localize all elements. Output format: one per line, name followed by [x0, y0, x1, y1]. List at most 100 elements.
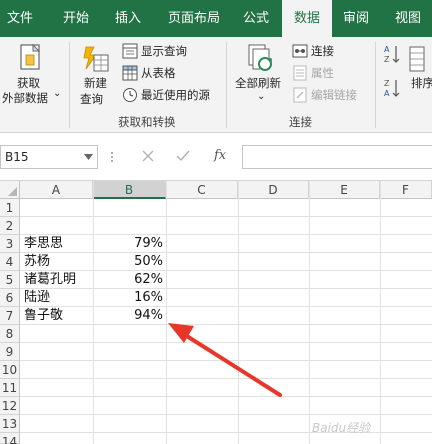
show-queries-icon — [122, 43, 138, 59]
column-header-e[interactable]: E — [309, 181, 380, 199]
get-transform-group-label: 获取和转换 — [118, 115, 176, 129]
sort-icon — [409, 46, 425, 72]
edit-links-label: 编辑链接 — [311, 88, 357, 102]
formula-buttons: fx — [128, 145, 238, 169]
new-query-icon — [83, 46, 109, 72]
refresh-all-label: 全部刷新 — [235, 76, 281, 90]
properties-button: 属性 — [291, 64, 371, 82]
select-all-corner[interactable] — [0, 181, 20, 199]
column-header-b[interactable]: B — [93, 181, 166, 199]
ribbon-tab-bar: 文件 开始 插入 页面布局 公式 数据 审阅 视图 — [0, 0, 432, 37]
row-header[interactable]: 14 — [0, 433, 20, 444]
formula-input[interactable] — [242, 145, 432, 169]
show-queries-label: 显示查询 — [141, 44, 187, 58]
row-header[interactable]: 13 — [0, 415, 20, 433]
cell-b3[interactable]: 79% — [93, 235, 163, 253]
gridline — [20, 306, 432, 307]
ribbon: 获取 外部数据 ⌄ 新建 查询 显示查询 从表格 最近使用的源 获取和转换 全部… — [0, 37, 432, 133]
cell-a5[interactable]: 诸葛孔明 — [24, 271, 76, 289]
from-table-label: 从表格 — [141, 66, 176, 80]
row-header[interactable]: 12 — [0, 397, 20, 415]
connections-group-label: 连接 — [289, 115, 312, 129]
connections-icon — [292, 44, 308, 58]
edit-links-icon — [293, 87, 307, 103]
tab-review[interactable]: 审阅 — [334, 0, 378, 37]
svg-text:Z: Z — [384, 79, 390, 88]
cell-b7[interactable]: 94% — [93, 307, 163, 325]
new-query-button[interactable]: 新建 查询 — [74, 37, 116, 111]
gridline — [20, 234, 432, 235]
row-header[interactable]: 3 — [0, 235, 20, 253]
chevron-down-icon[interactable] — [84, 154, 93, 160]
worksheet-grid[interactable]: A B C D E F 1 2 3 4 5 6 7 8 9 10 11 12 1… — [0, 181, 432, 444]
row-header[interactable]: 8 — [0, 325, 20, 343]
column-header-a[interactable]: A — [20, 181, 93, 199]
group-separator — [69, 42, 70, 128]
sort-button[interactable]: 排序 — [404, 37, 432, 111]
red-arrow-annotation — [168, 323, 282, 397]
tab-view[interactable]: 视图 — [386, 0, 430, 37]
formula-bar-grip[interactable] — [110, 147, 114, 167]
cell-b5[interactable]: 62% — [93, 271, 163, 289]
cell-b6[interactable]: 16% — [93, 289, 163, 307]
row-header[interactable]: 4 — [0, 253, 20, 271]
svg-text:A: A — [384, 89, 390, 98]
refresh-all-icon — [248, 44, 272, 71]
row-header[interactable]: 10 — [0, 361, 20, 379]
column-header-c[interactable]: C — [166, 181, 238, 199]
gridline — [166, 181, 167, 444]
sort-descending-icon: Z A — [384, 79, 400, 98]
row-header[interactable]: 5 — [0, 271, 20, 289]
get-external-data-button[interactable]: 获取 外部数据 ⌄ — [0, 37, 66, 133]
svg-text:A: A — [384, 45, 390, 54]
row-header[interactable]: 6 — [0, 289, 20, 307]
get-external-label-2: 外部数据 — [2, 91, 48, 105]
show-queries-button[interactable]: 显示查询 — [121, 42, 221, 60]
sort-az-button[interactable]: A Z — [382, 43, 402, 65]
get-external-label-1: 获取 — [17, 76, 40, 90]
recent-sources-button[interactable]: 最近使用的源 — [121, 86, 221, 104]
row-header[interactable]: 9 — [0, 343, 20, 361]
insert-function-button[interactable]: fx — [214, 148, 226, 163]
tab-file[interactable]: 文件 — [0, 0, 40, 37]
new-query-label-2: 查询 — [80, 92, 103, 106]
row-header[interactable]: 7 — [0, 307, 20, 325]
group-separator — [375, 42, 376, 128]
tab-formulas[interactable]: 公式 — [232, 0, 280, 37]
gridline — [20, 216, 432, 217]
svg-text:Z: Z — [384, 55, 390, 64]
group-separator — [226, 42, 227, 128]
connections-button[interactable]: 连接 — [291, 42, 371, 60]
cell-b4[interactable]: 50% — [93, 253, 163, 271]
chevron-down-icon: ⌄ — [53, 88, 62, 99]
chevron-down-icon: ⌄ — [257, 91, 266, 102]
name-box-value: B15 — [5, 150, 29, 164]
column-header-d[interactable]: D — [238, 181, 309, 199]
cell-a7[interactable]: 鲁子敬 — [24, 307, 63, 325]
enter-check-icon[interactable] — [176, 150, 190, 162]
from-table-button[interactable]: 从表格 — [121, 64, 221, 82]
tab-page-layout[interactable]: 页面布局 — [156, 0, 232, 37]
name-box[interactable]: B15 — [0, 145, 98, 169]
gridline — [20, 432, 432, 433]
sort-za-button[interactable]: Z A — [382, 77, 402, 99]
cell-a4[interactable]: 苏杨 — [24, 253, 50, 271]
column-header-f[interactable]: F — [380, 181, 432, 199]
row-header[interactable]: 11 — [0, 379, 20, 397]
gridline — [380, 181, 381, 444]
gridline — [20, 288, 432, 289]
cancel-icon[interactable] — [142, 150, 154, 162]
row-header[interactable]: 2 — [0, 217, 20, 235]
cell-a6[interactable]: 陆逊 — [24, 289, 50, 307]
get-data-icon — [20, 43, 41, 70]
cell-a3[interactable]: 李思思 — [24, 235, 63, 253]
sort-ascending-icon: A Z — [384, 45, 400, 64]
sort-label: 排序 — [411, 76, 432, 90]
tab-home[interactable]: 开始 — [52, 0, 100, 37]
tab-insert[interactable]: 插入 — [104, 0, 152, 37]
refresh-all-button[interactable]: 全部刷新 ⌄ — [232, 37, 288, 111]
table-icon — [122, 65, 138, 81]
recent-sources-label: 最近使用的源 — [141, 88, 210, 102]
row-header[interactable]: 1 — [0, 199, 20, 217]
tab-data[interactable]: 数据 — [282, 0, 332, 37]
